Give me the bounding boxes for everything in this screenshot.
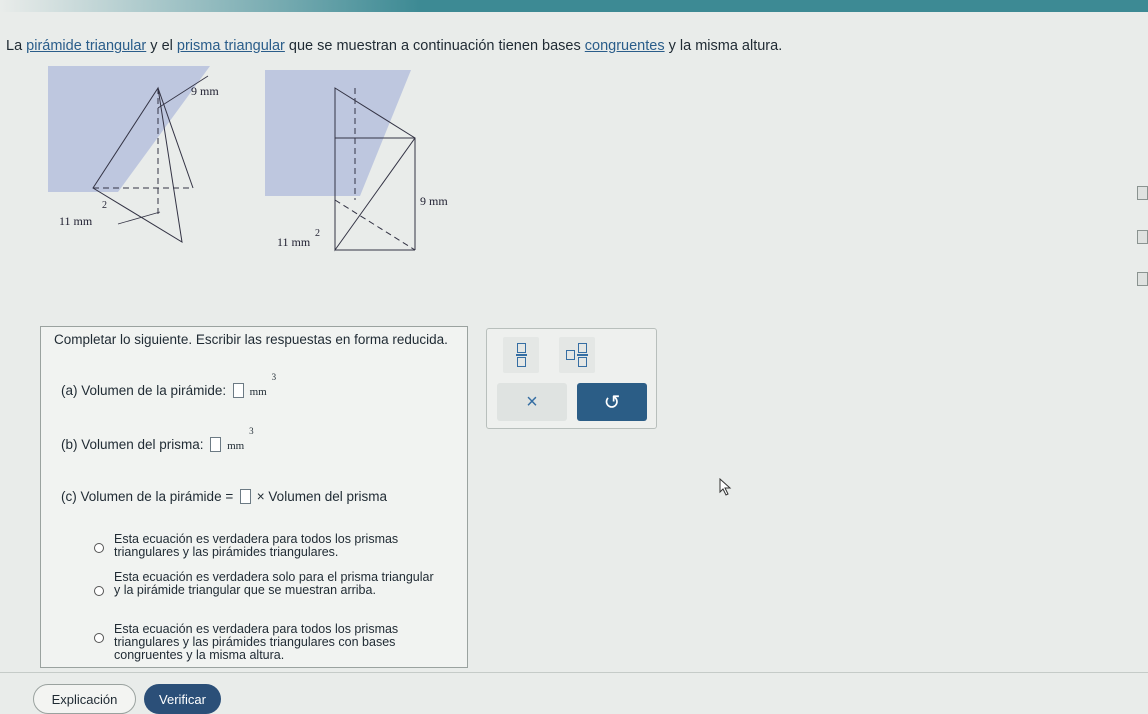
- side-tab-icon-2[interactable]: [1137, 230, 1148, 244]
- prism-shade: [265, 70, 411, 196]
- verify-button[interactable]: Verificar: [144, 684, 221, 714]
- prism-base-label: 11 mm: [277, 235, 311, 249]
- answer-a-input[interactable]: [232, 383, 244, 398]
- equals-sign: =: [225, 489, 234, 504]
- explanation-button[interactable]: Explicación: [33, 684, 136, 714]
- side-tab-icon-3[interactable]: [1137, 272, 1148, 286]
- instructions: Completar lo siguiente. Escribir las res…: [54, 332, 448, 347]
- pyramid-shade: [48, 66, 210, 192]
- option-2-radio[interactable]: [94, 586, 104, 596]
- fraction-icon: [515, 343, 527, 367]
- option-3[interactable]: Esta ecuación es verdadera para todos lo…: [94, 622, 436, 662]
- link-congruentes[interactable]: congruentes: [585, 38, 665, 54]
- question-c-suffix: Volumen del prisma: [268, 489, 387, 504]
- intro-text-3: que se muestran a continuación tienen ba…: [284, 38, 585, 54]
- prism-height-label: 9 mm: [420, 194, 448, 208]
- unit-b-exp: 3: [249, 426, 254, 436]
- undo-icon: ↺: [603, 391, 621, 414]
- pyramid-height-label: 9 mm: [191, 84, 219, 98]
- pyramid-base-label: 11 mm: [59, 214, 93, 228]
- option-1-text: Esta ecuación es verdadera para todos lo…: [114, 532, 399, 559]
- pyramid-base-pointer: [117, 211, 161, 225]
- option-1[interactable]: Esta ecuación es verdadera para todos lo…: [94, 532, 436, 559]
- question-c-label: (c) Volumen de la pirámide: [61, 489, 222, 504]
- question-b: (b) Volumen del prisma: mm 3: [61, 426, 254, 452]
- prism-base-exp: 2: [315, 228, 320, 239]
- unit-a: mm 3: [249, 372, 277, 398]
- question-c: (c) Volumen de la pirámide = × Volumen d…: [61, 489, 387, 504]
- unit-b: mm 3: [227, 426, 254, 452]
- answer-b-input[interactable]: [210, 437, 222, 452]
- pyramid-figure: 9 mm 11 mm 2: [48, 66, 219, 243]
- prism-hidden-edge: [334, 199, 416, 251]
- answer-c-input[interactable]: [240, 489, 251, 504]
- unit-a-text: mm: [249, 386, 267, 398]
- pyramid-base-exp: 2: [102, 200, 107, 211]
- undo-button[interactable]: ↺: [577, 383, 647, 421]
- question-a: (a) Volumen de la pirámide: mm 3: [61, 372, 277, 398]
- intro-text-4: y la misma altura.: [664, 38, 783, 54]
- option-2-text: Esta ecuación es verdadera solo para el …: [114, 570, 434, 597]
- option-3-radio[interactable]: [94, 633, 104, 643]
- side-tab-icon-1[interactable]: [1137, 186, 1148, 200]
- mixed-whole-icon: [566, 350, 575, 360]
- times-sign: ×: [256, 489, 265, 504]
- option-3-text: Esta ecuación es verdadera para todos lo…: [114, 622, 399, 662]
- mixed-fraction-icon: [577, 343, 588, 367]
- problem-intro: La pirámide triangular y el prisma trian…: [6, 38, 782, 54]
- clear-button[interactable]: ×: [497, 383, 567, 421]
- mouse-cursor-icon: [719, 478, 732, 496]
- unit-a-exp: 3: [271, 372, 277, 382]
- unit-b-text: mm: [227, 440, 245, 452]
- link-piramide-triangular[interactable]: pirámide triangular: [26, 38, 146, 54]
- prism-figure: 9 mm 11 mm 2: [265, 70, 448, 252]
- top-bar-fade: [0, 0, 420, 12]
- fraction-button[interactable]: [503, 337, 539, 373]
- link-prisma-triangular[interactable]: prisma triangular: [177, 38, 285, 54]
- close-icon: ×: [526, 390, 538, 413]
- question-a-label: (a) Volumen de la pirámide:: [61, 383, 227, 398]
- intro-text-1: La: [6, 38, 27, 54]
- intro-text-2: y el: [146, 38, 177, 54]
- footer-divider: [0, 672, 1148, 673]
- option-2[interactable]: Esta ecuación es verdadera solo para el …: [94, 570, 436, 597]
- option-1-radio[interactable]: [94, 543, 104, 553]
- mixed-number-button[interactable]: [559, 337, 595, 373]
- math-toolbar: × ↺: [486, 328, 657, 429]
- question-panel: Completar lo siguiente. Escribir las res…: [40, 326, 468, 668]
- question-b-label: (b) Volumen del prisma:: [61, 437, 204, 452]
